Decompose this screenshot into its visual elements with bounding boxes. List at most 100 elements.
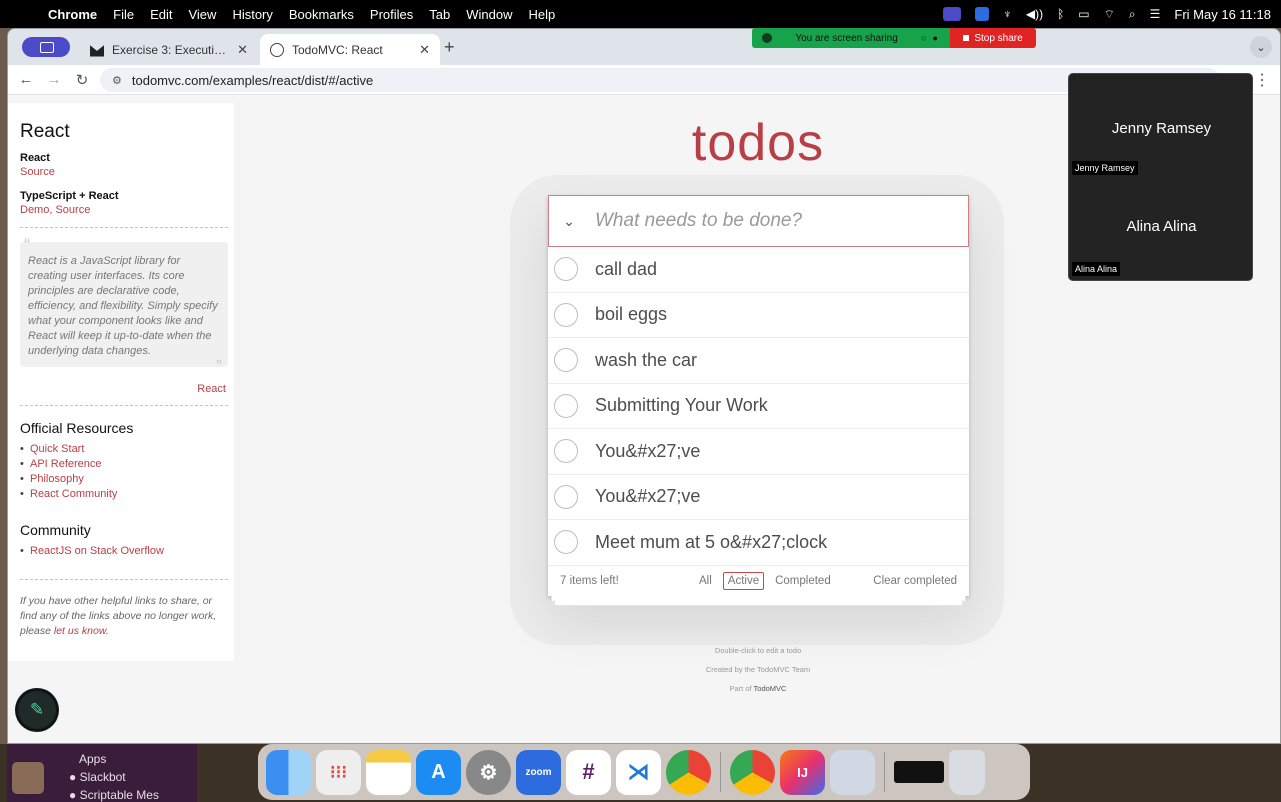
participant-tile[interactable]: Jenny Ramsey Jenny Ramsey	[1069, 74, 1254, 178]
todo-label[interactable]: call dad	[595, 259, 657, 280]
todo-item[interactable]: call dad	[548, 247, 969, 293]
todo-label[interactable]: Meet mum at 5 o&#x27;clock	[595, 532, 827, 553]
launchpad-icon[interactable]: ⁝⁝⁝	[316, 749, 361, 795]
trash-icon[interactable]	[949, 749, 985, 795]
let-us-know-link[interactable]: let us know	[54, 625, 106, 637]
todo-item[interactable]: You&#x27;ve	[548, 475, 969, 520]
link-react-community[interactable]: React Community	[30, 488, 117, 500]
chrome-icon[interactable]	[730, 749, 775, 795]
todo-label[interactable]: You&#x27;ve	[595, 441, 700, 462]
system-settings-icon[interactable]: ⚙	[466, 749, 511, 795]
stop-share-button[interactable]: Stop share	[950, 28, 1036, 48]
todo-checkbox[interactable]	[554, 348, 578, 373]
todo-checkbox[interactable]	[554, 530, 578, 555]
filter-all[interactable]: All	[694, 572, 717, 590]
antenna-icon[interactable]: ♆	[1003, 7, 1012, 21]
todo-item[interactable]: Meet mum at 5 o&#x27;clock	[548, 520, 969, 566]
screen-icon[interactable]	[894, 761, 944, 783]
profile-button[interactable]	[22, 37, 70, 57]
control-center-icon[interactable]: ☰	[1150, 7, 1161, 21]
preview-icon[interactable]	[830, 749, 875, 795]
todo-item[interactable]: boil eggs	[548, 293, 969, 338]
finder-icon[interactable]	[266, 749, 311, 795]
menu-history[interactable]: History	[232, 7, 272, 22]
filter-completed[interactable]: Completed	[770, 572, 836, 590]
link-quick-start[interactable]: Quick Start	[30, 443, 84, 455]
menu-bookmarks[interactable]: Bookmarks	[289, 7, 354, 22]
site-settings-icon[interactable]: ⚙	[112, 74, 122, 87]
quote-source-link[interactable]: React	[197, 383, 226, 395]
share-controls-icon[interactable]: ○●	[921, 33, 944, 43]
notes-icon[interactable]	[366, 749, 411, 795]
todo-checkbox[interactable]	[554, 439, 578, 464]
todo-checkbox[interactable]	[554, 302, 578, 327]
menu-edit[interactable]: Edit	[150, 7, 172, 22]
back-icon[interactable]: ←	[12, 71, 40, 88]
more-menu-icon[interactable]: ⋮	[1254, 70, 1270, 90]
slack-app-slackbot[interactable]: ● Slackbot	[69, 770, 126, 784]
slack-icon[interactable]: #	[566, 749, 611, 795]
todo-label[interactable]: wash the car	[595, 350, 697, 371]
tab-todomvc[interactable]: TodoMVC: React ✕	[260, 34, 440, 65]
todomvc-link[interactable]: TodoMVC	[754, 684, 787, 693]
intellij-icon[interactable]: IJ	[780, 749, 825, 795]
battery-icon[interactable]: ▭	[1078, 7, 1089, 21]
menu-file[interactable]: File	[113, 7, 134, 22]
menu-help[interactable]: Help	[529, 7, 556, 22]
todo-label[interactable]: You&#x27;ve	[595, 486, 700, 507]
drag-handle-icon[interactable]	[762, 33, 772, 43]
bluetooth-icon[interactable]: ᛒ	[1057, 7, 1064, 21]
clear-completed-button[interactable]: Clear completed	[873, 575, 957, 587]
participant-tile[interactable]: Alina Alina Alina Alina	[1069, 178, 1254, 282]
wifi-icon[interactable]: ⌔	[1104, 7, 1115, 22]
menu-chrome[interactable]: Chrome	[48, 7, 97, 22]
zoom-icon[interactable]: zoom	[516, 749, 561, 795]
gmail-icon	[90, 45, 104, 57]
apps-section[interactable]: Apps	[79, 752, 106, 766]
zoom-tray-icon[interactable]	[974, 7, 989, 21]
chevron-down-icon[interactable]: ⌄	[1250, 36, 1272, 58]
link-api-reference[interactable]: API Reference	[30, 458, 102, 470]
resources-heading: Official Resources	[20, 420, 134, 436]
filter-active[interactable]: Active	[722, 571, 765, 590]
todo-item[interactable]: wash the car	[548, 338, 969, 384]
menubar-clock[interactable]: Fri May 16 11:18	[1174, 7, 1271, 22]
quote-source: React	[20, 383, 226, 395]
zoom-participants-panel[interactable]: Jenny Ramsey Jenny Ramsey Alina Alina Al…	[1068, 73, 1253, 281]
menu-window[interactable]: Window	[466, 7, 512, 22]
new-todo-input[interactable]	[595, 210, 935, 232]
app-store-icon[interactable]: A	[416, 749, 461, 795]
avatar[interactable]	[12, 762, 44, 794]
slack-app-scriptable[interactable]: ● Scriptable Mes	[69, 788, 159, 802]
menu-tab[interactable]: Tab	[429, 7, 450, 22]
pencil-icon[interactable]: ✎	[18, 691, 56, 729]
spotlight-icon[interactable]: ⌕	[1129, 7, 1136, 22]
forward-icon[interactable]: →	[40, 71, 68, 88]
menu-profiles[interactable]: Profiles	[370, 7, 413, 22]
address-bar[interactable]: ⚙ todomvc.com/examples/react/dist/#/acti…	[100, 68, 1220, 92]
footnote-text: If you have other helpful links to share…	[20, 595, 217, 637]
todo-label[interactable]: Submitting Your Work	[595, 395, 768, 416]
link-stack-overflow[interactable]: ReactJS on Stack Overflow	[30, 545, 164, 557]
link-philosophy[interactable]: Philosophy	[30, 473, 84, 485]
close-icon[interactable]: ✕	[419, 42, 430, 58]
vscode-icon[interactable]: ⋊	[616, 749, 661, 795]
todo-checkbox[interactable]	[554, 257, 578, 282]
share-status[interactable]: You are screen sharing ○●	[752, 28, 950, 48]
volume-icon[interactable]: ◀))	[1026, 7, 1043, 21]
tab-exercise[interactable]: Exercise 3: Executing your te ✕	[80, 34, 258, 65]
reload-icon[interactable]: ↻	[68, 71, 96, 89]
menu-view[interactable]: View	[188, 7, 216, 22]
todo-checkbox[interactable]	[554, 393, 578, 418]
todo-item[interactable]: Submitting Your Work	[548, 384, 969, 429]
todo-checkbox[interactable]	[554, 484, 578, 509]
example-links[interactable]: Demo, Source	[20, 204, 90, 216]
chrome-icon[interactable]	[666, 749, 711, 795]
close-icon[interactable]: ✕	[237, 42, 248, 58]
chevron-down-icon[interactable]: ⌄	[549, 213, 589, 230]
todo-item[interactable]: You&#x27;ve	[548, 429, 969, 475]
example-links[interactable]: Source	[20, 166, 55, 178]
new-tab-button[interactable]: +	[444, 37, 455, 58]
screen-share-icon[interactable]	[942, 7, 961, 21]
todo-label[interactable]: boil eggs	[595, 304, 667, 325]
